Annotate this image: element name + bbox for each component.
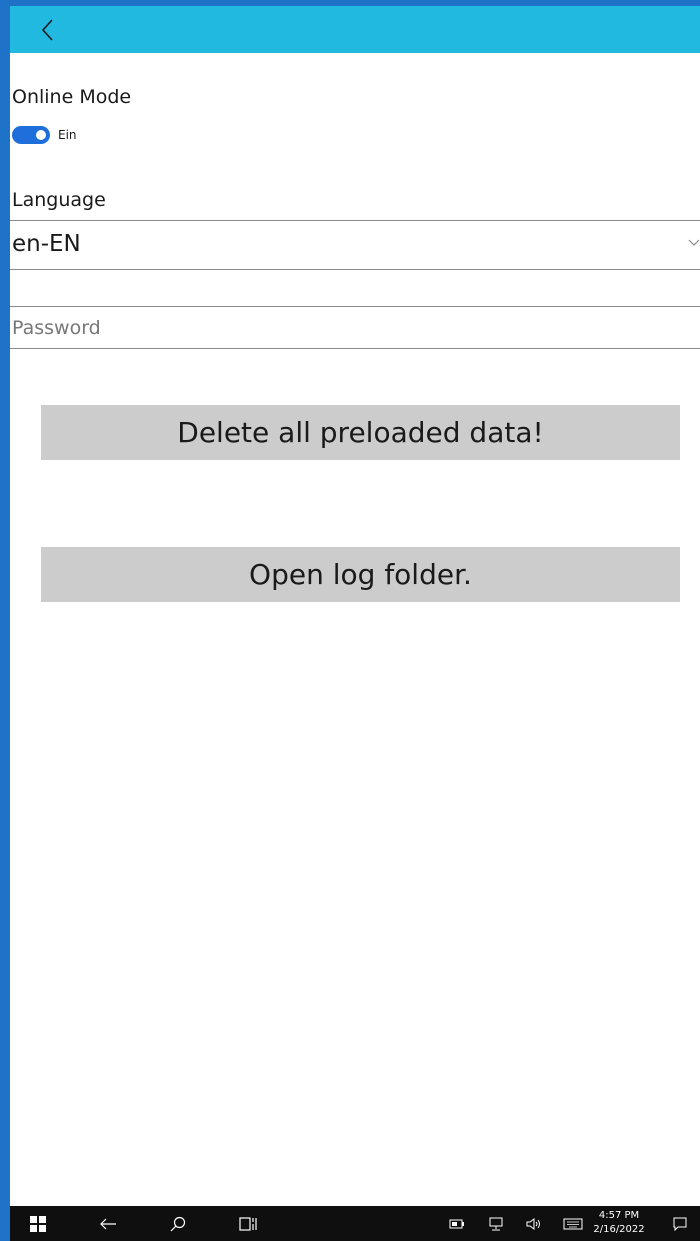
network-icon[interactable] <box>486 1206 508 1241</box>
online-mode-label: Online Mode <box>12 86 132 108</box>
notification-icon[interactable] <box>668 1206 692 1241</box>
search-icon[interactable] <box>164 1206 192 1241</box>
taskbar-date: 2/16/2022 <box>593 1224 645 1235</box>
back-button[interactable] <box>28 12 68 48</box>
keyboard-icon[interactable] <box>560 1206 586 1241</box>
window-frame-left <box>0 0 10 1241</box>
language-select[interactable]: en-EN <box>10 220 700 270</box>
language-select-value: en-EN <box>12 231 81 257</box>
taskbar-time: 4:57 PM <box>598 1210 640 1221</box>
online-mode-state-label: Ein <box>58 128 77 142</box>
language-label: Language <box>12 189 106 211</box>
chevron-left-icon <box>41 19 53 41</box>
task-view-icon[interactable] <box>234 1206 262 1241</box>
back-arrow-icon[interactable] <box>94 1206 122 1241</box>
app-header <box>10 6 700 53</box>
password-input[interactable]: Password <box>10 306 700 349</box>
chevron-down-icon <box>688 239 700 246</box>
delete-preloaded-data-button[interactable]: Delete all preloaded data! <box>41 405 680 460</box>
password-placeholder: Password <box>12 317 101 339</box>
battery-icon[interactable] <box>446 1206 468 1241</box>
windows-start-icon[interactable] <box>24 1206 52 1241</box>
taskbar-clock[interactable]: 4:57 PM 2/16/2022 <box>593 1209 645 1237</box>
open-log-folder-button[interactable]: Open log folder. <box>41 547 680 602</box>
taskbar: 4:57 PM 2/16/2022 <box>10 1206 700 1241</box>
volume-icon[interactable] <box>522 1206 544 1241</box>
online-mode-toggle[interactable] <box>12 126 50 144</box>
toggle-knob <box>36 130 46 140</box>
